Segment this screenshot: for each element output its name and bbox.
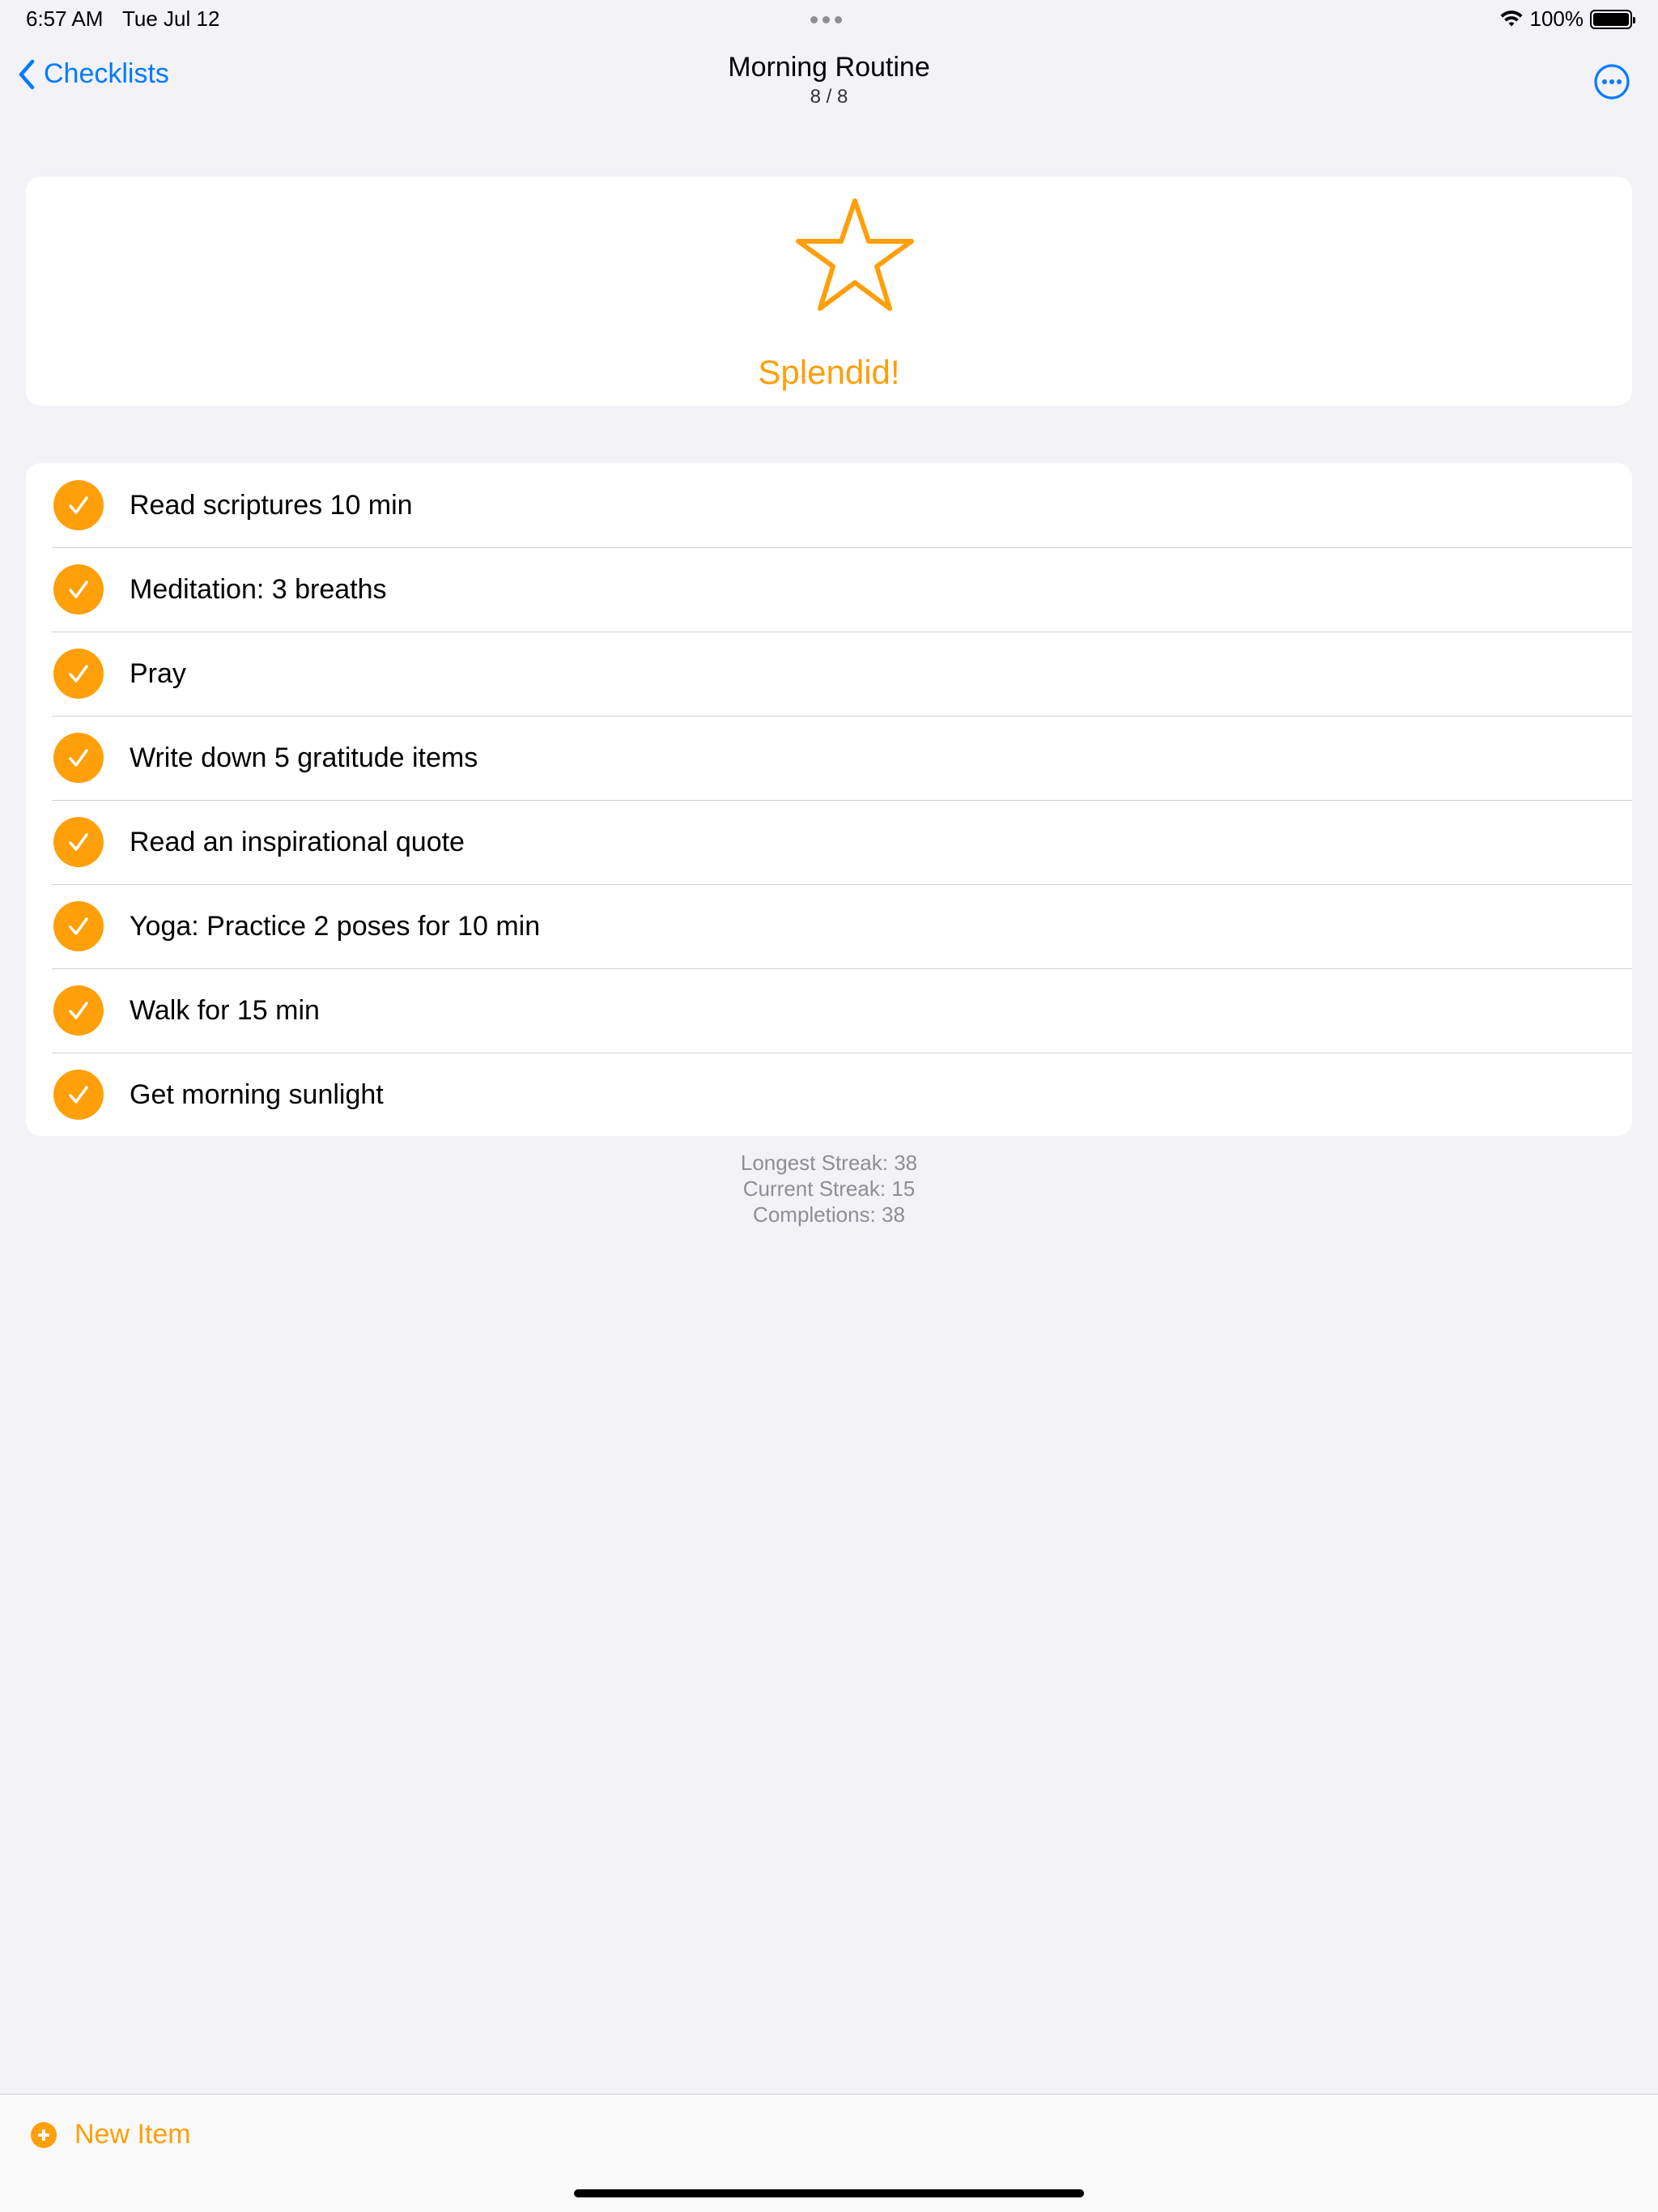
checklist-item[interactable]: Read an inspirational quote: [26, 800, 1632, 884]
checklist-item[interactable]: Read scriptures 10 min: [26, 463, 1632, 547]
battery-icon: [1590, 9, 1635, 29]
checklist-item[interactable]: Walk for 15 min: [26, 968, 1632, 1053]
multitasking-dots-icon[interactable]: [810, 16, 842, 23]
ellipsis-circle-icon[interactable]: [1593, 63, 1630, 100]
current-streak: Current Streak: 15: [742, 1176, 916, 1201]
progress-count: 8 / 8: [810, 86, 848, 108]
checklist-item-label: Meditation: 3 breaths: [130, 573, 387, 605]
checklist-item[interactable]: Pray: [26, 632, 1632, 716]
new-item-label: New Item: [74, 2119, 191, 2150]
checkmark-circle-icon[interactable]: [53, 1070, 104, 1120]
streak-stats: Longest Streak: 38 Current Streak: 15 Co…: [0, 1150, 1658, 1227]
longest-streak: Longest Streak: 38: [740, 1151, 918, 1175]
checklist-item[interactable]: Meditation: 3 breaths: [26, 547, 1632, 632]
status-bar: 6:57 AM Tue Jul 12 100%: [0, 0, 1658, 39]
home-indicator[interactable]: [574, 2189, 1084, 2197]
checkmark-circle-icon[interactable]: [53, 817, 104, 867]
battery-percentage: 100%: [1529, 6, 1584, 31]
checklist-item-label: Yoga: Practice 2 poses for 10 min: [130, 910, 541, 942]
checkmark-circle-icon[interactable]: [53, 649, 104, 699]
status-date: Tue Jul 12: [122, 6, 220, 31]
star-icon: [796, 198, 914, 311]
checkmark-circle-icon[interactable]: [53, 901, 104, 951]
status-time: 6:57 AM: [26, 6, 104, 31]
checklist-item-label: Walk for 15 min: [130, 994, 320, 1026]
checklist-item-label: Write down 5 gratitude items: [130, 742, 478, 773]
checklist-item-label: Read an inspirational quote: [130, 826, 465, 857]
completions-count: Completions: 38: [753, 1202, 905, 1227]
checklist-item[interactable]: Yoga: Practice 2 poses for 10 min: [26, 884, 1632, 968]
checklist-item-label: Pray: [130, 657, 186, 689]
checklist-item-label: Read scriptures 10 min: [130, 489, 413, 521]
checkmark-circle-icon[interactable]: [53, 564, 104, 615]
checklist-item[interactable]: Write down 5 gratitude items: [26, 716, 1632, 800]
plus-circle-icon: [31, 2121, 57, 2148]
wifi-icon: [1500, 10, 1522, 26]
checklist: Read scriptures 10 min Meditation: 3 bre…: [26, 463, 1632, 1136]
checklist-item[interactable]: Get morning sunlight: [26, 1053, 1632, 1136]
page-title: Morning Routine: [728, 52, 930, 83]
checkmark-circle-icon[interactable]: [53, 985, 104, 1036]
reward-card: Splendid!: [26, 177, 1632, 406]
checkmark-circle-icon[interactable]: [53, 480, 104, 530]
navigation-bar: Checklists Morning Routine 8 / 8: [0, 39, 1658, 128]
page: 6:57 AM Tue Jul 12 100% Checklists Morni…: [0, 0, 1658, 2212]
checklist-item-label: Get morning sunlight: [130, 1078, 384, 1110]
status-right: 100%: [1499, 6, 1635, 32]
new-item-button[interactable]: New Item: [31, 2119, 191, 2150]
reward-message: Splendid!: [758, 353, 900, 391]
checkmark-circle-icon[interactable]: [53, 733, 104, 783]
